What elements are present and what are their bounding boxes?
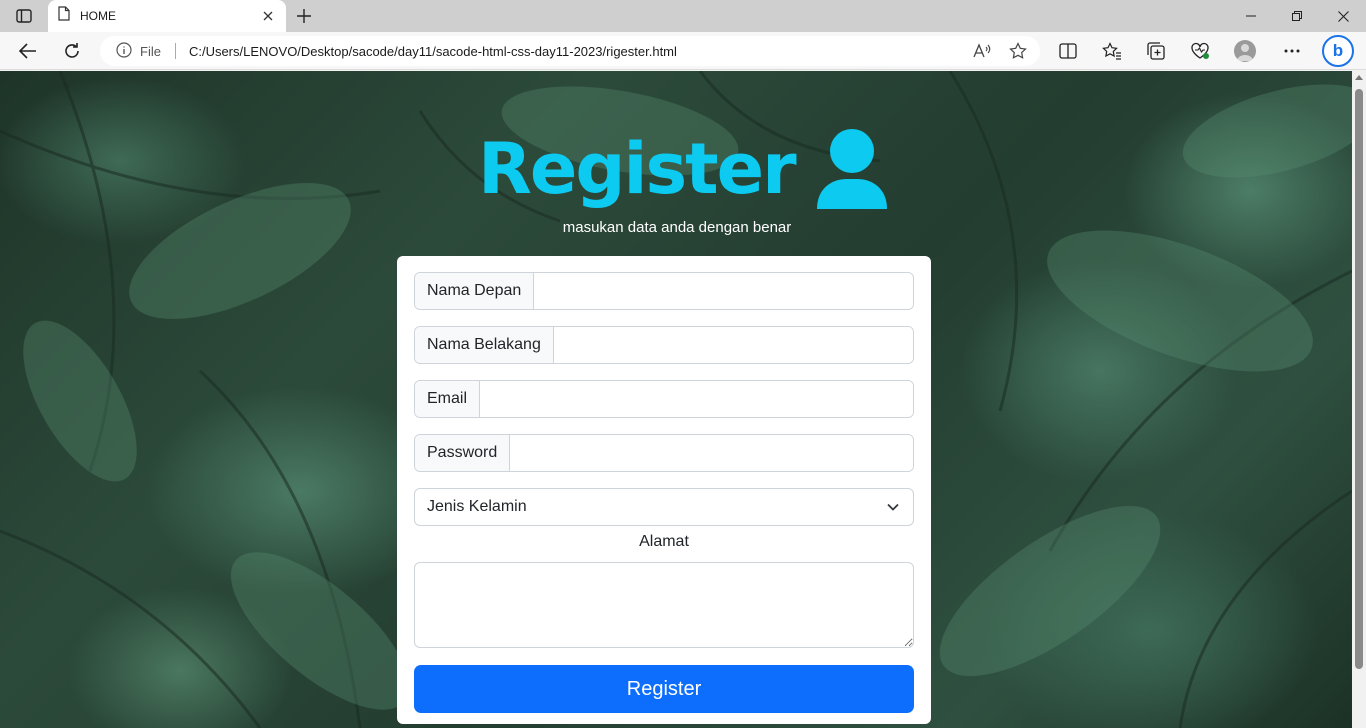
page-title: Register: [478, 128, 797, 210]
subtitle-text: masukan data anda dengan benar: [562, 219, 792, 236]
minimize-icon[interactable]: [1228, 0, 1274, 32]
tab-strip: HOME: [0, 0, 1366, 32]
gender-select-value: Jenis Kelamin: [427, 498, 527, 515]
site-info-label: File: [140, 43, 161, 59]
email-input[interactable]: [480, 381, 913, 417]
register-button[interactable]: Register: [414, 665, 914, 713]
scroll-up-arrow-icon[interactable]: [1355, 75, 1363, 80]
vertical-scrollbar[interactable]: [1352, 71, 1366, 728]
browser-toolbar: File C:/Users/LENOVO/Desktop/sacode/day1…: [0, 32, 1366, 70]
tab-title: HOME: [80, 9, 116, 23]
close-tab-icon[interactable]: [260, 8, 276, 24]
last-name-label: Nama Belakang: [415, 327, 554, 363]
tab-actions-icon[interactable]: [10, 6, 38, 26]
register-form: Nama Depan Nama Belakang Email Password …: [397, 256, 931, 724]
bing-copilot-button[interactable]: b: [1322, 35, 1354, 67]
more-options-icon[interactable]: [1278, 37, 1306, 65]
email-label: Email: [415, 381, 481, 417]
profile-avatar[interactable]: [1234, 40, 1256, 62]
address-textarea[interactable]: [414, 562, 914, 648]
browser-essentials-icon[interactable]: [1186, 37, 1214, 65]
split-screen-icon[interactable]: [1054, 37, 1082, 65]
restore-icon[interactable]: [1274, 0, 1320, 32]
gender-select[interactable]: Jenis Kelamin: [414, 488, 914, 526]
password-label: Password: [415, 435, 511, 471]
chevron-down-icon: [887, 498, 899, 516]
address-label: Alamat: [639, 533, 689, 550]
email-group: Email: [414, 380, 914, 418]
password-group: Password: [414, 434, 914, 472]
url-text[interactable]: C:/Users/LENOVO/Desktop/sacode/day11/sac…: [189, 44, 968, 59]
password-input[interactable]: [510, 435, 913, 471]
register-heading: Register: [478, 127, 889, 211]
address-separator: [174, 43, 176, 59]
collections-icon[interactable]: [1142, 37, 1170, 65]
address-bar[interactable]: File C:/Users/LENOVO/Desktop/sacode/day1…: [100, 36, 1040, 66]
favorite-star-icon[interactable]: [1004, 37, 1032, 65]
page-icon: [58, 6, 70, 26]
info-icon: [116, 41, 132, 61]
bing-icon: b: [1332, 41, 1344, 60]
last-name-input[interactable]: [553, 327, 913, 363]
refresh-icon[interactable]: [58, 37, 86, 65]
read-aloud-icon[interactable]: [968, 37, 996, 65]
first-name-input[interactable]: [534, 273, 913, 309]
back-arrow-icon[interactable]: [14, 37, 42, 65]
favorites-icon[interactable]: [1098, 37, 1126, 65]
person-icon: [815, 127, 889, 211]
last-name-group: Nama Belakang: [414, 326, 914, 364]
new-tab-icon[interactable]: [292, 5, 316, 27]
site-info-button[interactable]: File: [116, 41, 161, 61]
first-name-label: Nama Depan: [415, 273, 535, 309]
scroll-thumb[interactable]: [1355, 89, 1363, 669]
page-background: Register masukan data anda dengan benar …: [0, 71, 1352, 728]
close-window-icon[interactable]: [1320, 0, 1366, 32]
page-subtitle: masukan data anda dengan benar: [0, 219, 1352, 236]
active-tab[interactable]: HOME: [48, 0, 286, 32]
first-name-group: Nama Depan: [414, 272, 914, 310]
